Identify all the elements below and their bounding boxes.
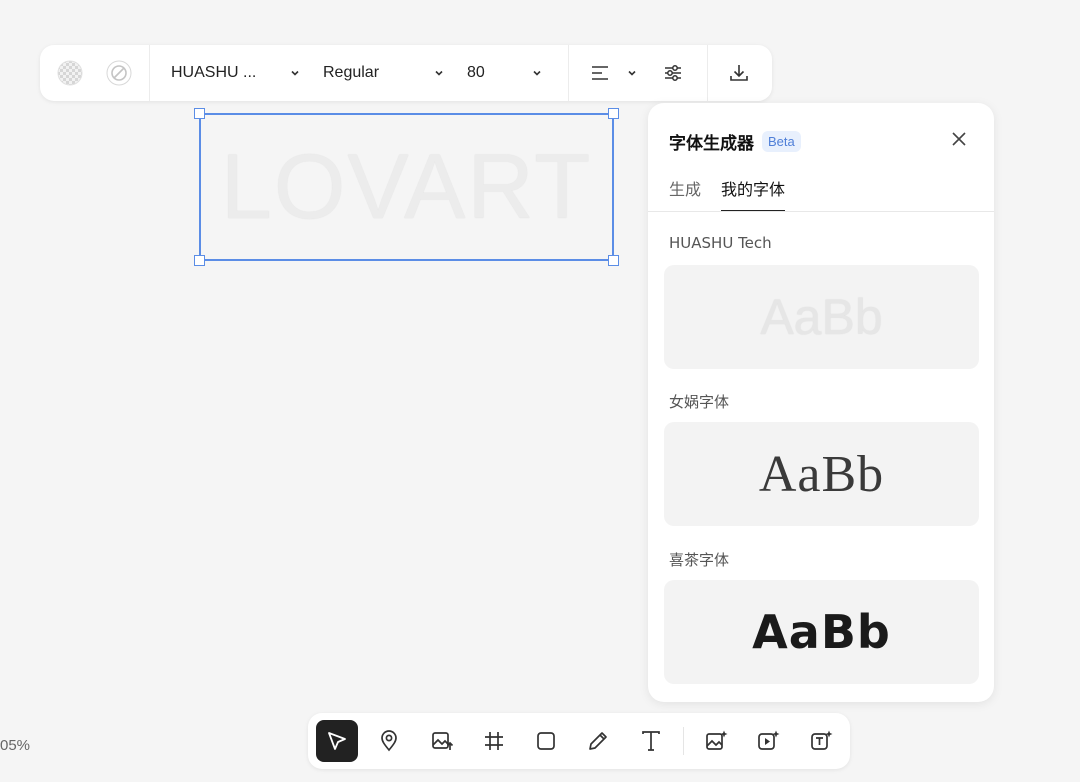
tabs-divider (648, 211, 994, 212)
download-button[interactable] (723, 57, 755, 89)
rectangle-icon (537, 732, 555, 750)
ai-image-icon (706, 730, 728, 750)
close-icon (952, 132, 966, 146)
ai-video-icon (758, 730, 780, 750)
stroke-color-button[interactable] (103, 57, 135, 89)
transparent-fill-icon (57, 60, 83, 86)
text-tool-button[interactable] (630, 720, 672, 762)
font-weight-value: Regular (323, 64, 380, 81)
zoom-level[interactable]: 05% (0, 737, 30, 754)
chevron-down-icon (289, 67, 301, 79)
location-pin-icon (381, 730, 397, 752)
toolbar-divider (149, 45, 150, 101)
bottom-toolbar (308, 713, 850, 769)
font-card-huashu-tech[interactable]: AaBb (664, 265, 979, 369)
select-tool-button[interactable] (316, 720, 358, 762)
frame-hash-icon (485, 732, 503, 750)
font-name-label: 女娲字体 (669, 393, 730, 411)
fill-color-button[interactable] (54, 57, 86, 89)
align-left-icon (590, 63, 610, 83)
frame-tool-button[interactable] (473, 720, 515, 762)
font-sample: AaBb (760, 289, 883, 345)
resize-handle-top-left[interactable] (194, 108, 205, 119)
download-icon (730, 65, 748, 81)
font-generator-panel: 字体生成器 Beta 生成 我的字体 HUASHU Tech AaBb 女娲字体… (648, 103, 994, 702)
image-upload-icon (432, 732, 454, 750)
panel-title: 字体生成器 (669, 134, 754, 154)
select-arrow-icon (328, 732, 346, 750)
resize-handle-bottom-right[interactable] (608, 255, 619, 266)
pencil-tool-button[interactable] (577, 720, 619, 762)
panel-tabs: 生成 我的字体 (669, 176, 805, 212)
close-panel-button[interactable] (948, 128, 970, 150)
toolbar-divider (568, 45, 569, 101)
pin-tool-button[interactable] (368, 720, 410, 762)
panel-header: 字体生成器 Beta (669, 129, 801, 154)
ai-video-button[interactable] (747, 720, 789, 762)
selected-text-element[interactable]: LOVART (194, 108, 619, 266)
font-size-dropdown[interactable]: 80 (467, 55, 543, 91)
pencil-icon (589, 732, 607, 750)
font-family-value: HUASHU ... (171, 64, 257, 81)
ai-image-button[interactable] (695, 720, 737, 762)
rectangle-tool-button[interactable] (525, 720, 567, 762)
text-align-dropdown[interactable] (590, 55, 638, 91)
text-icon (642, 731, 660, 751)
font-name-label: HUASHU Tech (669, 234, 772, 252)
font-weight-dropdown[interactable]: Regular (323, 55, 445, 91)
beta-badge: Beta (762, 131, 801, 152)
resize-handle-top-right[interactable] (608, 108, 619, 119)
tab-generate[interactable]: 生成 (669, 176, 701, 212)
font-family-dropdown[interactable]: HUASHU ... (171, 55, 301, 91)
toolbar-divider (683, 727, 684, 755)
resize-handle-bottom-left[interactable] (194, 255, 205, 266)
canvas-text: LOVART (220, 135, 593, 238)
font-sample: AaBb (752, 605, 891, 659)
chevron-down-icon (531, 67, 543, 79)
tab-my-fonts[interactable]: 我的字体 (721, 176, 786, 212)
sliders-icon (665, 65, 681, 81)
toolbar-divider (707, 45, 708, 101)
font-sample: AaBb (758, 445, 885, 503)
chevron-down-icon (626, 67, 638, 79)
chevron-down-icon (433, 67, 445, 79)
text-settings-button[interactable] (657, 57, 689, 89)
font-card-xicha[interactable]: AaBb (664, 580, 979, 684)
ai-text-button[interactable] (800, 720, 842, 762)
font-size-value: 80 (467, 64, 485, 81)
upload-image-button[interactable] (421, 720, 463, 762)
ai-text-icon (811, 730, 833, 750)
no-stroke-icon (106, 60, 132, 86)
font-name-label: 喜茶字体 (669, 551, 730, 569)
text-toolbar: HUASHU ... Regular 80 (40, 45, 772, 101)
font-card-nuwa[interactable]: AaBb (664, 422, 979, 526)
